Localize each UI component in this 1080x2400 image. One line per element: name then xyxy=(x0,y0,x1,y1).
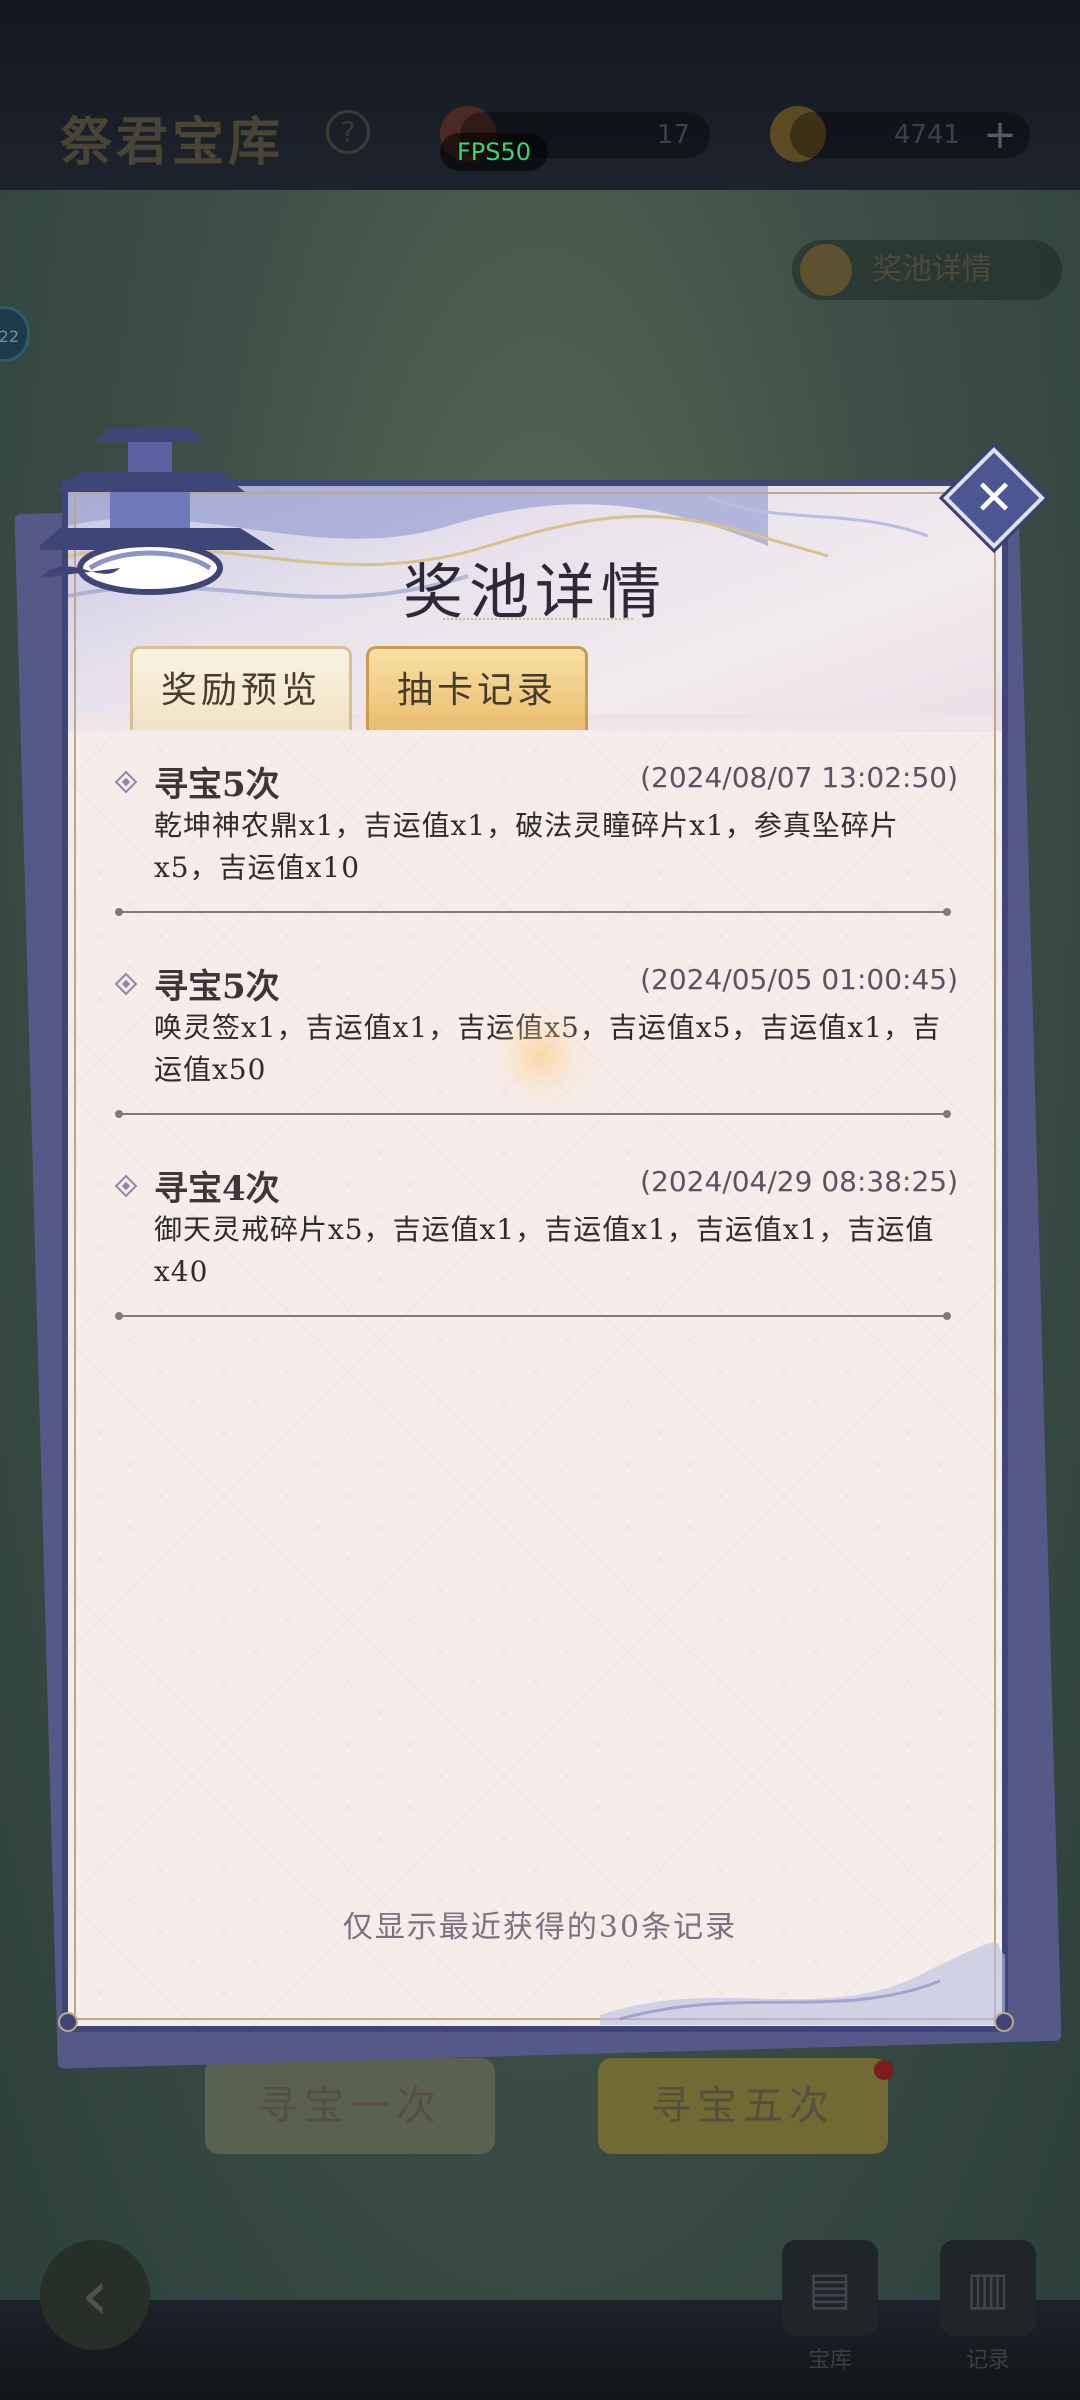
record-time: (2024/08/07 13:02:50) xyxy=(640,761,958,794)
fps-counter: FPS50 xyxy=(440,133,548,171)
treasury-icon[interactable]: ▤ xyxy=(782,2240,878,2336)
treasury-label: 宝库 xyxy=(807,2348,852,2373)
corner-ornament xyxy=(58,2012,78,2032)
record-divider xyxy=(115,1312,951,1320)
record-title: 寻宝5次 xyxy=(154,765,280,805)
record-book-icon[interactable]: ▥ xyxy=(940,2240,1036,2336)
records-list[interactable]: 寻宝5次 (2024/08/07 13:02:50) 乾坤神农鼎x1，吉运值x1… xyxy=(68,731,1002,2026)
diamond-bullet-icon xyxy=(114,972,138,996)
record-items: 乾坤神农鼎x1，吉运值x1，破法灵瞳碎片x1，参真坠碎片x5，吉运值x10 xyxy=(154,809,899,884)
draw-once-button[interactable]: 寻宝一次 xyxy=(205,2058,495,2154)
coin-icon xyxy=(800,244,852,296)
sparkle-effect xyxy=(486,1000,596,1110)
record-title: 寻宝4次 xyxy=(154,1169,280,1209)
notification-dot xyxy=(874,2060,894,2080)
record-time: (2024/05/05 01:00:45) xyxy=(640,963,958,996)
title-underline-decoration xyxy=(443,604,633,620)
corner-ornament xyxy=(994,2012,1014,2032)
record-divider xyxy=(115,908,951,916)
bottom-bar xyxy=(0,2300,1080,2400)
tab-draw-records[interactable]: 抽卡记录 xyxy=(366,646,588,730)
record-time: (2024/04/29 08:38:25) xyxy=(640,1165,958,1198)
question-icon[interactable]: ? xyxy=(326,110,370,154)
add-energy-button[interactable]: + xyxy=(980,112,1020,158)
pool-detail-modal: 奖池详情 奖励预览 抽卡记录 寻宝5次 (2024/08/07 13:02:50… xyxy=(62,480,1008,2032)
pagoda-icon xyxy=(40,428,275,595)
record-divider xyxy=(115,1110,951,1118)
records-limit-note: 仅显示最近获得的30条记录 xyxy=(342,1910,738,1945)
diamond-bullet-icon xyxy=(114,770,138,794)
record-title: 寻宝5次 xyxy=(154,967,280,1007)
screen-title: 祭君宝库 xyxy=(60,113,285,173)
footer-wave-decoration xyxy=(600,1942,1005,2025)
close-icon: ✕ xyxy=(973,470,1015,526)
record-items: 御天灵戒碎片x5，吉运值x1，吉运值x1，吉运值x1，吉运值x40 xyxy=(154,1213,935,1288)
draw-five-button[interactable]: 寻宝五次 xyxy=(598,2058,888,2154)
diamond-bullet-icon xyxy=(114,1174,138,1198)
back-arrow-icon[interactable]: ‹ xyxy=(40,2240,150,2350)
tab-reward-preview[interactable]: 奖励预览 xyxy=(130,646,352,730)
record-book-label: 记录 xyxy=(965,2348,1010,2373)
